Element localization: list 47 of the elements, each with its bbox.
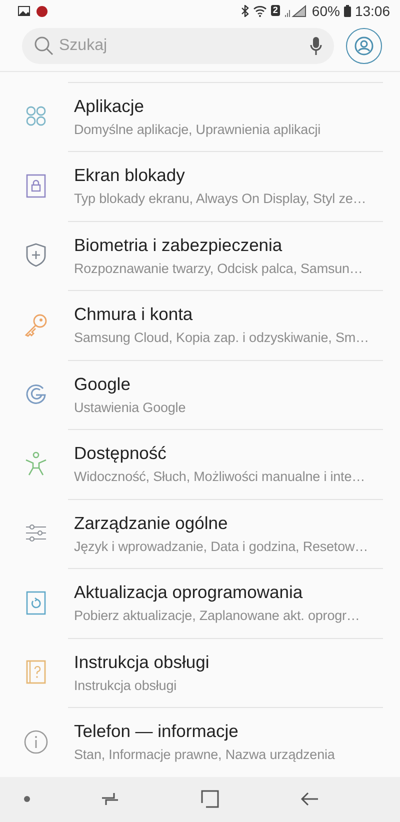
item-title: Aktualizacja oprogramowania <box>74 582 304 604</box>
wifi-icon <box>252 4 267 17</box>
signal-icon <box>284 4 308 17</box>
settings-item[interactable]: Telefon — informacje Stan, Informacje prawne, Nazwa urządzenia <box>0 707 400 777</box>
settings-item[interactable]: Aplikacje Domyślne aplikacje, Uprawnienia aplikacji <box>0 82 400 152</box>
settings-item[interactable]: Biometria i zabezpieczenia Rozpoznawanie twarzy, Odcisk palca, Samsun… <box>0 220 400 290</box>
item-title: Dostępność <box>74 443 168 464</box>
item-subtitle: Samsung Cloud, Kopia zap. i odzyskiwanie, Sm… <box>74 330 369 346</box>
settings-item[interactable]: Chmura i konta Samsung Cloud, Kopia zap. i odzyskiwanie, Sm… <box>0 290 400 360</box>
item-subtitle: Widoczność, Słuch, Możliwości manualne i inte… <box>74 469 366 484</box>
search-icon <box>34 36 54 56</box>
settings-item[interactable]: Google Ustawienia Google <box>0 360 400 430</box>
settings-item[interactable]: Dostępność Widoczność, Słuch, Możliwości manualne i inte… <box>0 429 400 499</box>
item-title: Zarządzanie ogólne <box>74 512 229 534</box>
app-icon <box>36 4 48 17</box>
item-title: Aplikacje <box>74 96 146 117</box>
item-subtitle: Typ blokady ekranu, Always On Display, Styl ze… <box>74 191 366 206</box>
battery-icon <box>344 4 351 17</box>
item-title: Chmura i konta <box>74 304 194 326</box>
profile-icon <box>354 36 374 56</box>
recent-apps-icon <box>100 791 120 808</box>
item-title: Google <box>74 374 132 395</box>
bluetooth-icon <box>240 4 249 17</box>
dot-icon <box>24 796 30 802</box>
item-title: Instrukcja obsługi <box>74 652 210 673</box>
item-title: Telefon — informacje <box>74 721 240 742</box>
item-subtitle: Stan, Informacje prawne, Nazwa urządzenia <box>74 747 335 762</box>
item-subtitle: Instrukcja obsługi <box>74 678 178 693</box>
item-subtitle: Rozpoznawanie twarzy, Odcisk palca, Samsun… <box>74 260 363 276</box>
battery-percent: 60% <box>312 2 340 19</box>
network-badge: 2 <box>270 5 280 16</box>
settings-item[interactable]: Zarządzanie ogólne Język i wprowadzanie, Data i godzina, Resetow… <box>0 498 400 568</box>
image-icon <box>18 6 30 16</box>
home-icon <box>200 790 219 808</box>
settings-item[interactable]: Ekran blokady Typ blokady ekranu, Always On Display, Styl ze… <box>0 151 400 221</box>
clock: 13:06 <box>354 2 390 19</box>
item-subtitle: Pobierz aktualizacje, Zaplanowane akt. oprogr… <box>74 608 360 624</box>
microphone-icon[interactable] <box>310 36 322 56</box>
item-title: Ekran blokady <box>74 165 186 186</box>
item-subtitle: Język i wprowadzanie, Data i godzina, Resetow… <box>74 538 368 554</box>
settings-item[interactable]: Aktualizacja oprogramowania Pobierz aktualizacje, Zaplanowane akt. oprogr… <box>0 568 400 638</box>
back-icon <box>300 791 320 808</box>
item-subtitle: Domyślne aplikacje, Uprawnienia aplikacji <box>74 122 321 137</box>
item-title: Biometria i zabezpieczenia <box>74 234 284 256</box>
item-subtitle: Ustawienia Google <box>74 400 186 415</box>
profile-button[interactable] <box>346 28 382 64</box>
settings-item[interactable]: Instrukcja obsługi Instrukcja obsługi <box>0 638 400 708</box>
